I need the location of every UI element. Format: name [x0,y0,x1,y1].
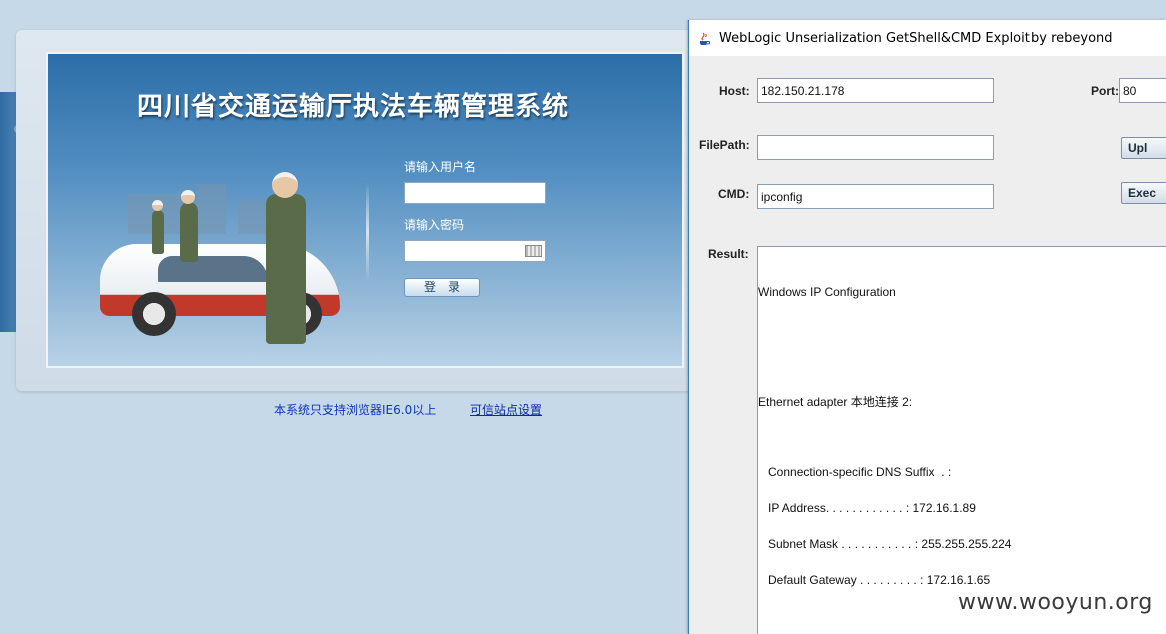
watermark-text: www.wooyun.org [958,590,1153,615]
host-label: Host: [719,84,750,98]
cmd-label: CMD: [718,187,750,201]
result-textarea[interactable]: Windows IP Configuration Ethernet adapte… [757,246,1166,634]
officer-figure [266,194,306,344]
filepath-input[interactable] [757,135,994,160]
window-title: WebLogic Unserialization GetShell&CMD Ex… [719,31,1030,46]
result-label: Result: [708,247,749,261]
window-titlebar[interactable]: WebLogic Unserialization GetShell&CMD Ex… [689,20,1166,56]
result-line: IP Address. . . . . . . . . . . . : 172.… [758,501,976,515]
keyboard-icon[interactable] [525,245,542,257]
browser-support-note: 本系统只支持浏览器IE6.0以上 [274,403,437,417]
cmd-input[interactable]: ipconfig [757,184,994,209]
filepath-label: FilePath: [699,138,750,152]
username-input[interactable] [404,182,546,204]
upload-button[interactable]: Upl [1121,137,1166,159]
execute-button[interactable]: Exec [1121,182,1166,204]
java-icon [700,32,711,45]
login-panel: 四川省交通运输厅执法车辆管理系统 执 请输入用户名 请输入密码 登录 [46,52,684,368]
result-line: Connection-specific DNS Suffix . : [758,465,952,479]
form-divider [366,182,369,282]
port-label: Port: [1091,84,1119,98]
trusted-site-link[interactable]: 可信站点设置 [470,401,542,418]
exploit-window: WebLogic Unserialization GetShell&CMD Ex… [688,20,1166,634]
password-label: 请输入密码 [404,218,465,232]
port-input[interactable]: 80 [1119,78,1166,103]
result-line: Default Gateway . . . . . . . . . : 172.… [758,573,991,587]
window-body: Host: 182.150.21.178 Port: 80 FilePath: … [689,56,1166,634]
system-title: 四川省交通运输厅执法车辆管理系统 [136,92,569,122]
password-input[interactable] [404,240,546,262]
window-author: by rebeyond [1031,31,1113,46]
result-line: Subnet Mask . . . . . . . . . . . : 255.… [758,537,1012,551]
police-car-scene-image: 执 [88,164,378,364]
result-line: Ethernet adapter 本地连接 2: [758,395,913,409]
officer-figure [180,202,198,262]
host-input[interactable]: 182.150.21.178 [757,78,994,103]
officer-figure [152,210,164,254]
login-button[interactable]: 登录 [404,278,480,297]
result-line: Windows IP Configuration [758,285,896,299]
username-label: 请输入用户名 [404,160,477,174]
